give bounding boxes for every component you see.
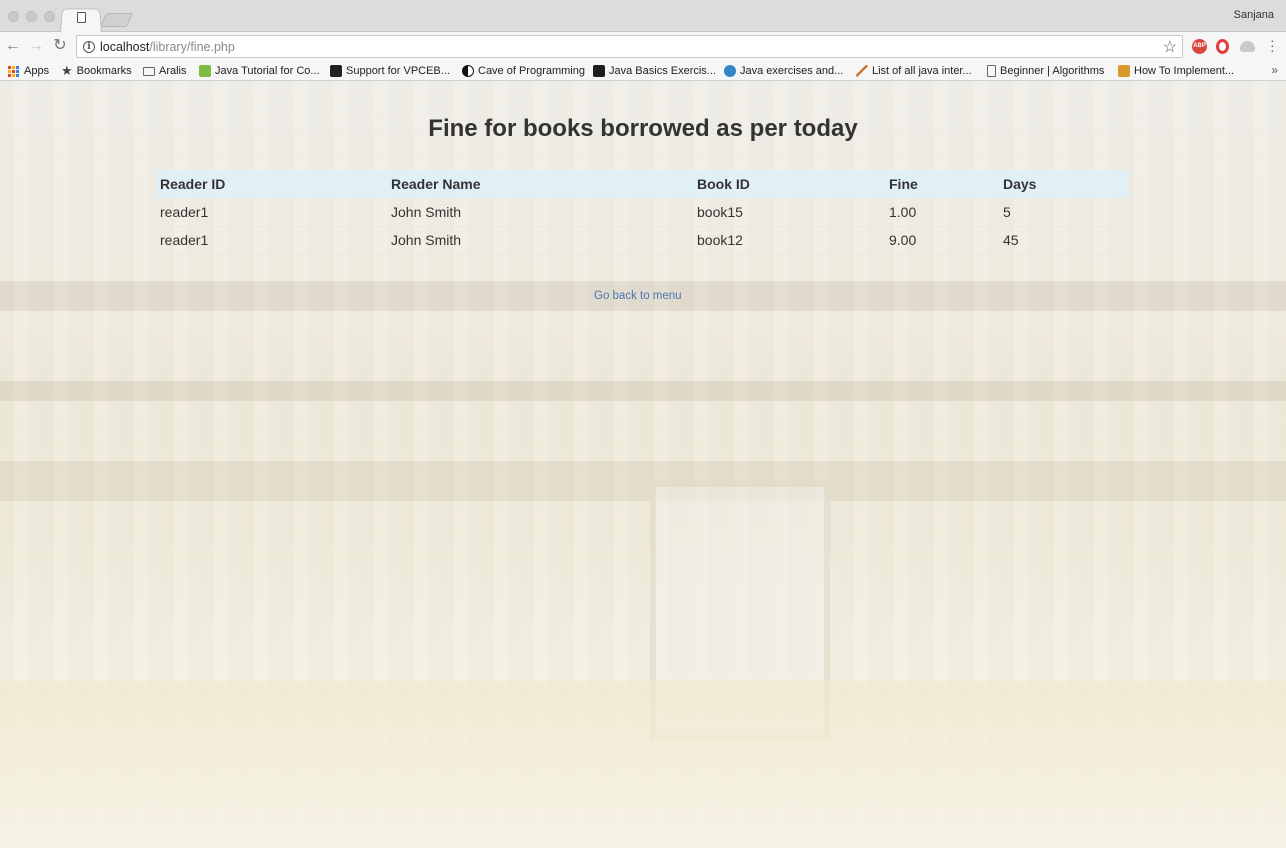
page-file-icon <box>77 12 86 23</box>
bookmark-java-basics[interactable]: Java Basics Exercis... <box>593 64 716 78</box>
bookmark-label: Beginner | Algorithms <box>1000 65 1105 77</box>
bookmark-java-exercises[interactable]: Java exercises and... <box>724 64 843 78</box>
bookmark-beginner-algorithms[interactable]: Beginner | Algorithms <box>987 64 1104 78</box>
bookmark-bookmarks[interactable]: ★ Bookmarks <box>61 63 132 78</box>
apps-grid-icon <box>8 65 19 77</box>
bookmark-label: Apps <box>24 65 50 77</box>
site-info-icon[interactable]: i <box>83 41 95 53</box>
cell-reader-name: John Smith <box>387 198 693 227</box>
bookmark-label: Java Tutorial for Co... <box>215 65 320 77</box>
background-shelf <box>0 381 1286 401</box>
table-row: reader1 John Smith book15 1.00 5 <box>156 198 1128 227</box>
cell-book-id: book12 <box>693 226 885 255</box>
new-tab-button[interactable] <box>99 13 134 27</box>
bookmarks-bar: Apps ★ Bookmarks Aralis Java Tutorial fo… <box>0 61 1286 81</box>
url-text[interactable]: localhost/library/fine.php <box>100 40 235 54</box>
fines-table: Reader ID Reader Name Book ID Fine Days … <box>156 170 1128 255</box>
bookmark-label: Java Basics Exercis... <box>609 65 716 77</box>
bookmark-java-interview[interactable]: List of all java inter... <box>856 64 972 78</box>
bookmark-star-icon[interactable]: ☆ <box>1163 37 1177 57</box>
table-row: reader1 John Smith book12 9.00 45 <box>156 226 1128 255</box>
table-header-row: Reader ID Reader Name Book ID Fine Days <box>156 170 1128 198</box>
page-content: Fine for books borrowed as per today Rea… <box>0 81 1286 848</box>
url-path: /library/fine.php <box>149 40 235 54</box>
forward-arrow-icon[interactable]: → <box>27 37 45 55</box>
yin-yang-icon <box>462 65 474 77</box>
bookmark-label: Cave of Programming <box>478 65 585 77</box>
cell-days: 5 <box>999 198 1128 227</box>
bookmark-how-to-implement[interactable]: How To Implement... <box>1118 64 1234 78</box>
more-bookmarks-chevron-icon[interactable]: » <box>1271 63 1278 77</box>
reload-icon[interactable]: ↻ <box>51 37 69 55</box>
bookmark-label: Support for VPCEB... <box>346 65 450 77</box>
column-header-book-id: Book ID <box>693 170 885 198</box>
cell-reader-id: reader1 <box>156 226 387 255</box>
cell-book-id: book15 <box>693 198 885 227</box>
bookmark-aralis[interactable]: Aralis <box>143 64 187 78</box>
address-bar[interactable]: i localhost/library/fine.php ☆ <box>76 35 1183 58</box>
zoom-window-icon[interactable] <box>44 11 55 22</box>
column-header-reader-id: Reader ID <box>156 170 387 198</box>
browser-toolbar: ← → ↻ i localhost/library/fine.php ☆ ABP… <box>0 32 1286 61</box>
globe-icon <box>724 65 736 77</box>
page-title: Fine for books borrowed as per today <box>428 115 858 142</box>
cell-fine: 1.00 <box>885 198 999 227</box>
feather-icon <box>856 65 868 77</box>
url-host: localhost <box>100 40 150 54</box>
udemy-icon <box>199 65 211 77</box>
star-icon: ★ <box>61 63 73 78</box>
page-icon <box>987 65 996 77</box>
bookmark-java-tutorial[interactable]: Java Tutorial for Co... <box>199 64 320 78</box>
bookmark-label: List of all java inter... <box>872 65 972 77</box>
cell-reader-name: John Smith <box>387 226 693 255</box>
folder-icon <box>143 66 155 76</box>
sony-icon <box>330 65 342 77</box>
background-shelf <box>0 461 1286 501</box>
cell-days: 45 <box>999 226 1128 255</box>
bookmark-support-vpceb[interactable]: Support for VPCEB... <box>330 64 450 78</box>
bookmark-label: Java exercises and... <box>740 65 844 77</box>
bookmark-cave-of-programming[interactable]: Cave of Programming <box>462 64 585 78</box>
back-to-menu-link[interactable]: Go back to menu <box>594 290 682 302</box>
bookmark-label: How To Implement... <box>1134 65 1235 77</box>
profile-name[interactable]: Sanjana <box>1234 9 1274 21</box>
column-header-fine: Fine <box>885 170 999 198</box>
bookmark-apps[interactable]: Apps <box>8 64 49 78</box>
menu-kebab-icon[interactable]: · · · <box>1270 33 1275 57</box>
column-header-reader-name: Reader Name <box>387 170 693 198</box>
abp-icon[interactable]: ABP <box>1192 39 1207 54</box>
cell-fine: 9.00 <box>885 226 999 255</box>
background-floor <box>0 681 1286 848</box>
cloud-icon[interactable] <box>1240 41 1255 52</box>
minimize-window-icon[interactable] <box>26 11 37 22</box>
column-header-days: Days <box>999 170 1128 198</box>
opera-icon[interactable] <box>1216 39 1229 54</box>
back-arrow-icon[interactable]: ← <box>4 37 22 55</box>
browser-titlebar: Sanjana <box>0 0 1286 34</box>
close-window-icon[interactable] <box>8 11 19 22</box>
cell-reader-id: reader1 <box>156 198 387 227</box>
bookmark-label: Bookmarks <box>76 65 132 77</box>
terminal-icon <box>593 65 605 77</box>
bracket-icon <box>1118 65 1130 77</box>
bookmark-label: Aralis <box>159 65 187 77</box>
